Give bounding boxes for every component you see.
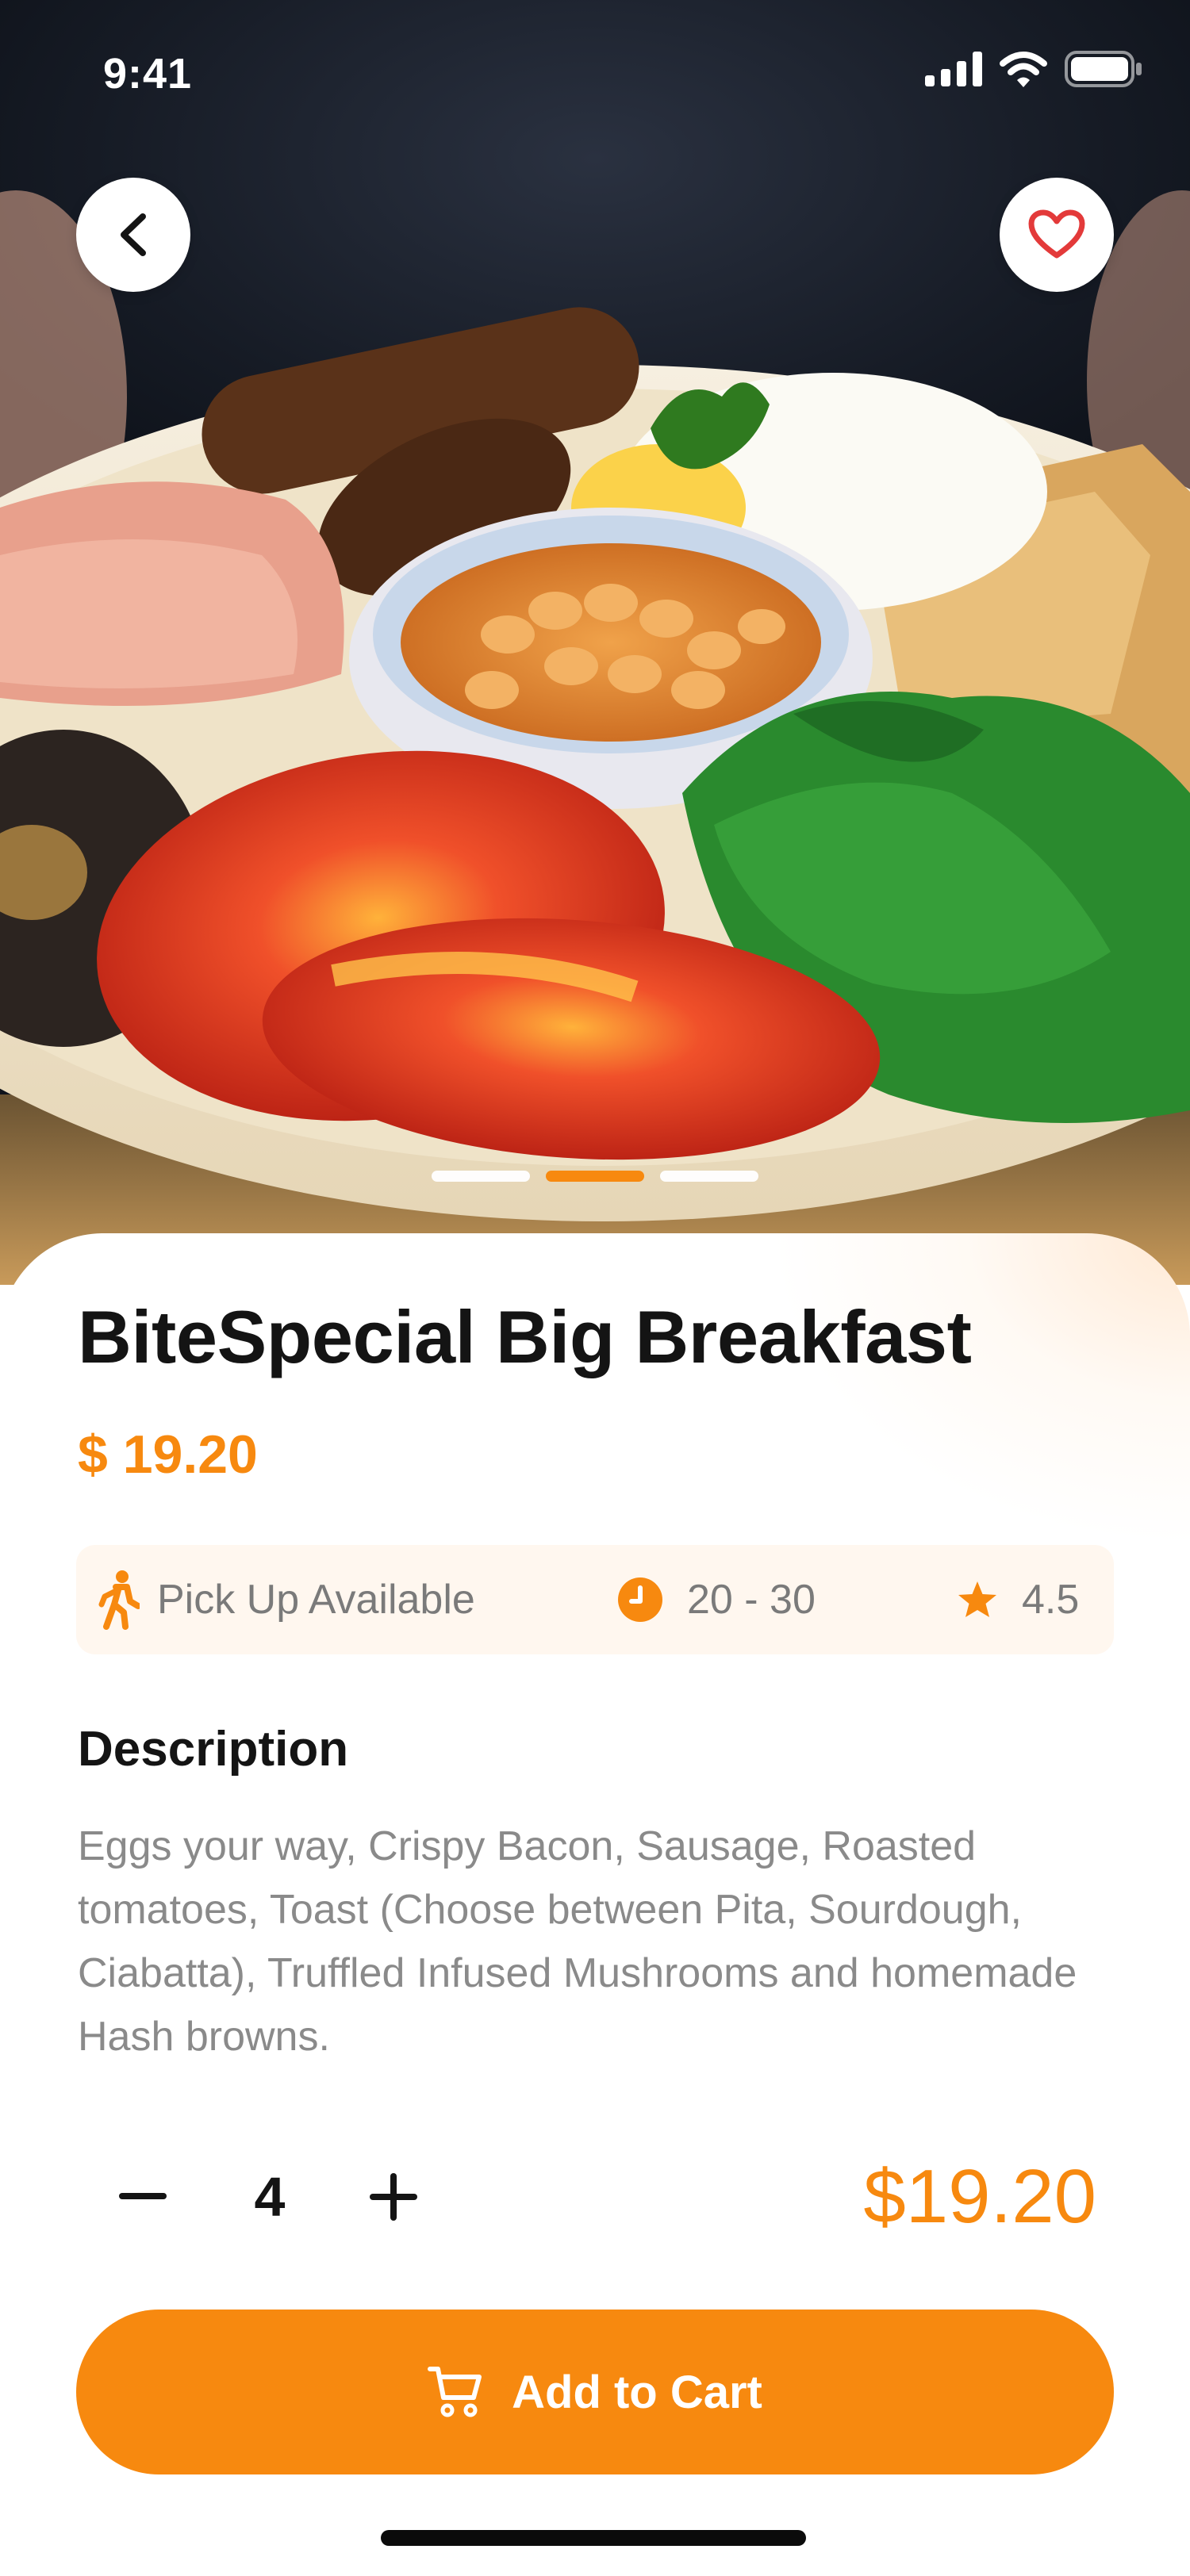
walking-person-icon (98, 1570, 140, 1630)
info-bar: Pick Up Available 20 - 30 4.5 (76, 1545, 1114, 1654)
carousel-dot-active[interactable] (546, 1171, 644, 1182)
heart-icon (1028, 209, 1085, 259)
add-to-cart-label: Add to Cart (512, 2366, 762, 2418)
signal-icon (925, 52, 982, 86)
minus-icon (119, 2193, 167, 2199)
battery-icon (1065, 51, 1142, 87)
clock-icon (618, 1577, 662, 1622)
cart-icon (428, 2367, 482, 2417)
product-price: $ 19.20 (78, 1424, 258, 1485)
total-price: $19.20 (863, 2154, 1096, 2239)
decrease-quantity-button[interactable] (111, 2157, 175, 2237)
time-range-label: 20 - 30 (687, 1577, 816, 1623)
add-to-cart-button[interactable]: Add to Cart (76, 2310, 1114, 2474)
quantity-value: 4 (254, 2166, 286, 2228)
home-indicator[interactable] (381, 2530, 806, 2546)
rating-info: 4.5 (957, 1545, 1079, 1654)
chevron-left-icon (121, 213, 146, 256)
increase-quantity-button[interactable] (362, 2157, 425, 2237)
description-text: Eggs your way, Crispy Bacon, Sausage, Ro… (78, 1823, 1077, 2060)
delivery-time-info: 20 - 30 (617, 1545, 816, 1654)
description-heading: Description (78, 1722, 349, 1777)
status-time: 9:41 (103, 50, 193, 98)
star-icon (958, 1581, 996, 1617)
food-photo (0, 190, 1190, 1285)
product-title: BiteSpecial Big Breakfast (78, 1295, 972, 1378)
plus-icon (370, 2173, 417, 2221)
wifi-icon (1000, 52, 1047, 87)
hero-image: 9:41 (0, 0, 1190, 1285)
favorite-button[interactable] (1000, 178, 1114, 292)
carousel-indicator (0, 1171, 1190, 1182)
pickup-info: Pick Up Available (98, 1545, 475, 1654)
status-bar: 9:41 (0, 0, 1190, 151)
carousel-dot[interactable] (432, 1171, 530, 1182)
pickup-label: Pick Up Available (157, 1577, 475, 1623)
back-button[interactable] (76, 178, 190, 292)
carousel-dot[interactable] (660, 1171, 758, 1182)
rating-label: 4.5 (1022, 1577, 1080, 1623)
